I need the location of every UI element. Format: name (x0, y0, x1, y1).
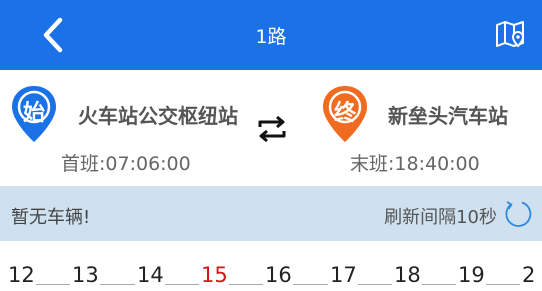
end-pin-icon: 终 (320, 84, 370, 144)
station-connector (100, 284, 135, 285)
map-pin-icon[interactable] (494, 18, 526, 50)
station-item[interactable]: 16 (265, 263, 292, 287)
station-connector (486, 284, 520, 285)
station-connector (229, 284, 263, 285)
end-station-name: 新垒头汽车站 (388, 104, 508, 128)
start-station-name: 火车站公交枢纽站 (78, 104, 238, 128)
first-bus-time: 首班:07:06:00 (61, 153, 191, 175)
station-connector (358, 284, 392, 285)
station-connector (293, 284, 328, 285)
page-title: 1路 (255, 26, 287, 48)
swap-direction-icon[interactable] (254, 112, 290, 146)
station-item[interactable]: 14 (137, 263, 164, 287)
status-bar: 暂无车辆! 刷新间隔10秒 (0, 186, 542, 241)
station-connector (165, 284, 199, 285)
station-item-current[interactable]: 15 (201, 263, 228, 287)
start-pin-icon: 始 (9, 84, 59, 144)
refresh-interval-text: 刷新间隔10秒 (384, 207, 497, 228)
last-bus-time: 末班:18:40:00 (350, 153, 480, 175)
station-connector (422, 284, 456, 285)
refresh-icon[interactable] (502, 198, 534, 230)
end-badge: 终 (333, 101, 356, 126)
station-item[interactable]: 2 (522, 263, 535, 287)
no-vehicle-text: 暂无车辆! (11, 207, 91, 228)
station-item[interactable]: 13 (72, 263, 99, 287)
station-item[interactable]: 18 (394, 263, 421, 287)
station-item[interactable]: 17 (330, 263, 357, 287)
start-badge: 始 (22, 101, 45, 126)
route-info: 始 火车站公交枢纽站 终 新垒头汽车站 首班:07:06:00 末班:18:40… (0, 70, 542, 186)
station-list: 12 13 14 15 16 17 18 19 2 (0, 241, 542, 291)
app-header: 1路 (0, 0, 542, 70)
station-item[interactable]: 19 (458, 263, 485, 287)
station-item[interactable]: 12 (8, 263, 35, 287)
station-connector (36, 284, 70, 285)
